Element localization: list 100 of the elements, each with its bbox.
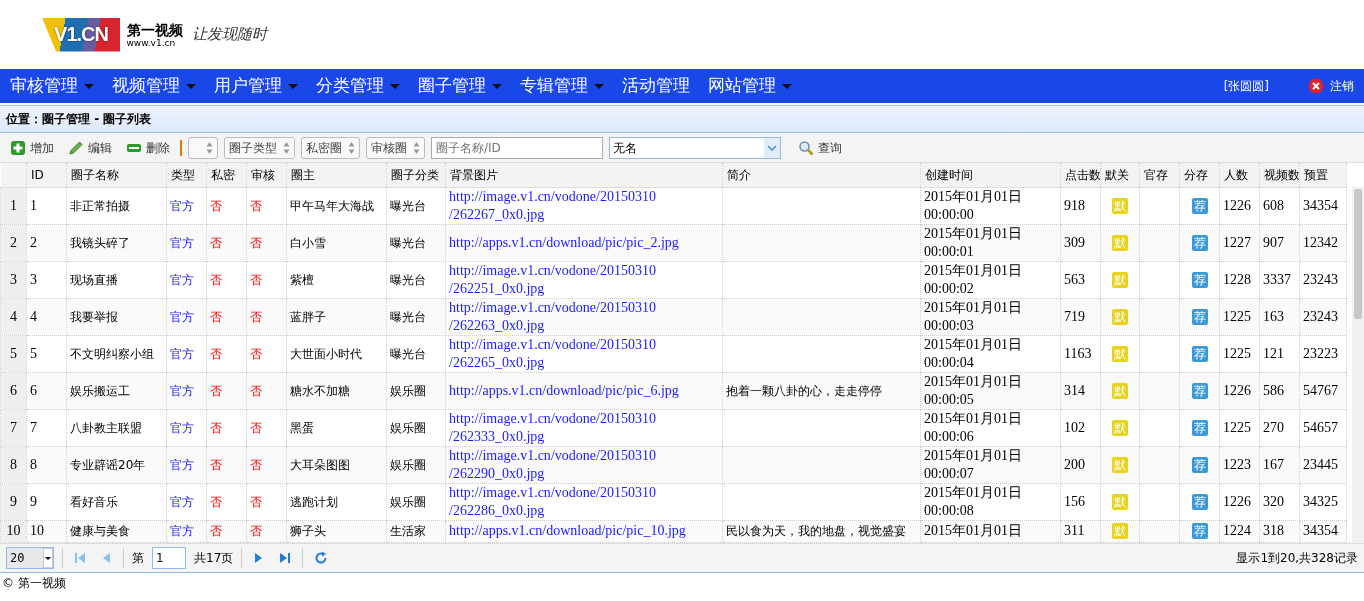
table-cell: 9 <box>30 493 37 509</box>
table-cell: 逃跑计划 <box>290 494 338 509</box>
table-cell: 23243 <box>1303 308 1338 324</box>
filter-select[interactable]: 审核圈 <box>366 136 425 159</box>
table-cell: 318 <box>1263 523 1284 538</box>
table-cell: 4 <box>30 308 37 324</box>
table-cell: 309 <box>1064 234 1085 250</box>
column-header[interactable]: 背景图片 <box>445 163 723 187</box>
filter-select[interactable]: 圈子类型 <box>224 136 295 159</box>
column-header[interactable]: ID <box>26 163 67 187</box>
nav-menu-item[interactable]: 审核管理 <box>10 73 94 99</box>
table-cell: 娱乐圈 <box>390 383 426 398</box>
table-cell: 曝光台 <box>390 235 426 250</box>
row-number: 1 <box>10 197 17 213</box>
table-cell: 1224 <box>1223 523 1251 538</box>
table-cell: 23445 <box>1303 456 1338 472</box>
search-button[interactable]: 查询 <box>793 138 846 157</box>
row-number: 4 <box>10 308 17 324</box>
table-cell: 200 <box>1064 456 1085 472</box>
table-cell: 曝光台 <box>390 198 426 213</box>
column-header[interactable]: 人数 <box>1219 163 1260 187</box>
table-cell: 2015年01月01日 00:00:08 <box>924 484 1022 518</box>
add-button[interactable]: 增加 <box>6 138 58 157</box>
column-header[interactable]: 简介 <box>722 163 921 187</box>
column-header[interactable]: 圈子分类 <box>386 163 446 187</box>
nav-menu-item[interactable]: 活动管理 <box>622 73 690 99</box>
column-header[interactable]: 圈主 <box>286 163 387 187</box>
table-cell: 否 <box>250 198 262 213</box>
nav-menu-item[interactable]: 专辑管理 <box>520 73 604 99</box>
column-header[interactable]: 默关 <box>1100 163 1140 187</box>
nav-menu-item[interactable]: 用户管理 <box>214 73 298 99</box>
edit-button[interactable]: 编辑 <box>64 138 116 157</box>
table-cell: 1 <box>30 197 37 213</box>
spinner-arrows-icon <box>283 140 290 155</box>
table-cell: 甲午马年大海战 <box>290 198 374 213</box>
table-cell: 否 <box>250 420 262 435</box>
table-cell: 曝光台 <box>390 346 426 361</box>
spinner-arrows-icon <box>348 140 355 155</box>
column-header[interactable]: 类型 <box>166 163 207 187</box>
record-summary: 显示1到20,共328记录 <box>1236 550 1358 567</box>
search-field[interactable]: 圈子名称/ID <box>431 136 603 159</box>
filter-select[interactable] <box>188 136 218 159</box>
table-cell: 我要举报 <box>70 309 118 324</box>
nav-menu-item[interactable]: 网站管理 <box>708 73 792 99</box>
table-cell: 否 <box>250 494 262 509</box>
table-cell: 719 <box>1064 308 1085 324</box>
table-cell: 官方 <box>170 457 194 472</box>
column-header[interactable]: 分存 <box>1179 163 1220 187</box>
logout-link[interactable]: 注销 <box>1308 77 1354 95</box>
filter-select[interactable]: 私密圈 <box>301 136 360 159</box>
page-size-select[interactable]: 20 <box>6 547 54 569</box>
table-cell: 我镜头碎了 <box>70 235 130 250</box>
table-cell: 2 <box>30 234 37 250</box>
table-cell: 否 <box>210 272 222 287</box>
table-cell: 狮子头 <box>290 524 326 538</box>
combo-select[interactable]: 无名 <box>609 136 781 159</box>
table-cell: 1226 <box>1223 493 1251 509</box>
scrollbar[interactable] <box>1352 187 1364 543</box>
page-label: 第 <box>132 550 144 567</box>
column-header[interactable]: 创建时间 <box>920 163 1061 187</box>
table-cell: 2015年01月01日 <box>924 523 1022 538</box>
column-header[interactable]: 审核 <box>246 163 287 187</box>
chevron-down-icon <box>764 137 780 158</box>
table-cell: 10 <box>30 523 44 538</box>
table-cell: 314 <box>1064 382 1085 398</box>
table-cell: 1223 <box>1223 456 1251 472</box>
table-cell: 102 <box>1064 419 1085 435</box>
table-cell: 563 <box>1064 271 1085 287</box>
skip-start-icon <box>74 551 86 565</box>
table-cell: 官方 <box>170 198 194 213</box>
table-cell: 娱乐圈 <box>390 494 426 509</box>
column-header[interactable]: 私密 <box>206 163 247 187</box>
column-header[interactable]: 官存 <box>1139 163 1180 187</box>
table-cell: 官方 <box>170 309 194 324</box>
table-cell: 34354 <box>1303 523 1338 538</box>
table-cell: 否 <box>210 383 222 398</box>
nav-menu-item[interactable]: 圈子管理 <box>418 73 502 99</box>
table-cell: 官方 <box>170 383 194 398</box>
table-cell: 民以食为天，我的地盘，视觉盛宴 <box>726 524 906 538</box>
table-cell: 曝光台 <box>390 309 426 324</box>
row-number: 3 <box>10 271 17 287</box>
page-number-field[interactable]: 1 <box>152 547 186 569</box>
table-cell: 否 <box>250 524 262 538</box>
table-cell: 否 <box>210 420 222 435</box>
nav-menu-item[interactable]: 视频管理 <box>112 73 196 99</box>
table-cell: 白小雪 <box>290 235 326 250</box>
row-number: 8 <box>10 456 17 472</box>
table-cell: 3337 <box>1263 271 1291 287</box>
table-cell: 蓝胖子 <box>290 309 326 324</box>
table-cell: 1227 <box>1223 234 1251 250</box>
table-cell: 586 <box>1263 382 1284 398</box>
column-header[interactable]: 预置 <box>1299 163 1347 187</box>
table-cell: 官方 <box>170 420 194 435</box>
table-cell: 54657 <box>1303 419 1338 435</box>
column-header[interactable]: 圈子名称 <box>66 163 167 187</box>
table-cell: 608 <box>1263 197 1284 213</box>
table-cell: 否 <box>210 235 222 250</box>
nav-menu-item[interactable]: 分类管理 <box>316 73 400 99</box>
delete-button[interactable]: 删除 <box>122 138 174 157</box>
pencil-icon <box>68 139 84 156</box>
